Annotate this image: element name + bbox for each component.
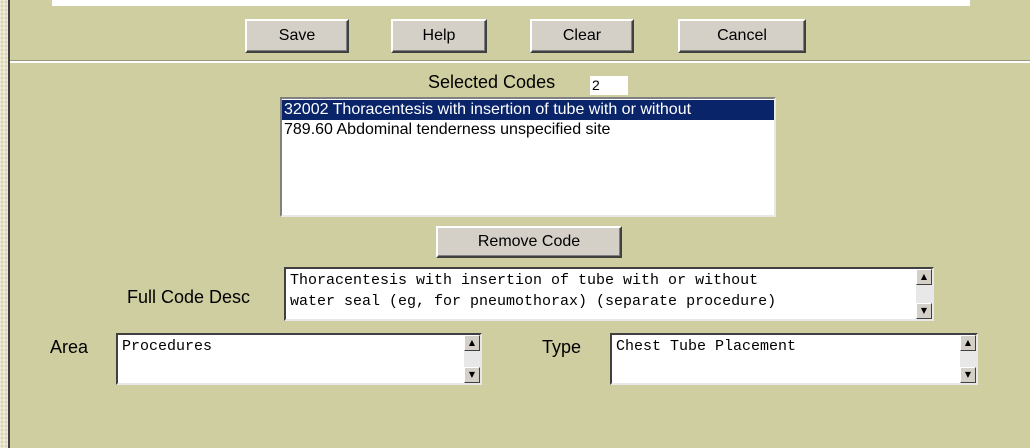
form-panel: Save Help Clear Cancel Selected Codes 2 … xyxy=(8,0,1030,448)
cancel-button[interactable]: Cancel xyxy=(678,19,806,53)
remove-code-button[interactable]: Remove Code xyxy=(436,226,622,258)
full-code-desc-label: Full Code Desc xyxy=(127,287,251,307)
clear-button[interactable]: Clear xyxy=(530,19,634,53)
help-button[interactable]: Help xyxy=(391,19,487,53)
selected-codes-list[interactable]: 32002 Thoracentesis with insertion of tu… xyxy=(280,97,776,217)
selected-codes-label: Selected Codes xyxy=(428,72,556,92)
type-field[interactable]: Chest Tube Placement xyxy=(610,333,978,385)
toolbar-divider xyxy=(10,60,1030,63)
selected-codes-count: 2 xyxy=(590,76,628,95)
type-label: Type xyxy=(542,337,582,357)
area-label: Area xyxy=(50,337,89,357)
area-field[interactable]: Procedures xyxy=(116,333,482,385)
list-item[interactable]: 32002 Thoracentesis with insertion of tu… xyxy=(282,100,774,120)
full-code-desc-field[interactable]: Thoracentesis with insertion of tube wit… xyxy=(284,267,934,321)
toolbar: Save Help Clear Cancel xyxy=(10,6,1030,58)
save-button[interactable]: Save xyxy=(245,19,349,53)
list-item[interactable]: 789.60 Abdominal tenderness unspecified … xyxy=(282,120,774,140)
